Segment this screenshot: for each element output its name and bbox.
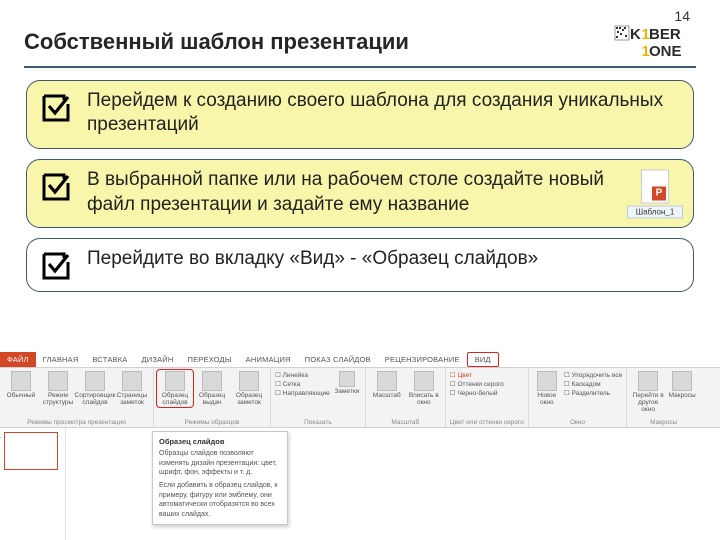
tab-slideshow[interactable]: ПОКАЗ СЛАЙДОВ bbox=[298, 352, 378, 367]
slide-master-tooltip: Образец слайдов Образцы слайдов позволяю… bbox=[152, 431, 288, 525]
window-sub[interactable]: Упорядочить все Каскадом Разделитель bbox=[564, 371, 622, 397]
btn-notes-master[interactable]: Образец заметок bbox=[232, 371, 266, 406]
btn-macros[interactable]: Макросы bbox=[668, 371, 696, 413]
step-text: В выбранной папке или на рабочем столе с… bbox=[87, 168, 679, 217]
page-title: Собственный шаблон презентации bbox=[24, 29, 614, 55]
svg-text:K: K bbox=[630, 26, 641, 43]
tooltip-text: Если добавить в образец слайдов, к приме… bbox=[159, 481, 281, 519]
group-caption: Масштаб bbox=[370, 419, 441, 426]
thumb-number: 1 bbox=[0, 433, 1, 440]
svg-text:BER: BER bbox=[649, 26, 681, 43]
btn-switch-window[interactable]: Перейти в другое окно bbox=[631, 371, 665, 413]
tab-design[interactable]: ДИЗАЙН bbox=[135, 352, 181, 367]
file-name-label: Шаблон_1 bbox=[627, 205, 683, 218]
btn-sorter[interactable]: Сортировщик слайдов bbox=[78, 371, 112, 406]
group-show: Линейка Сетка Направляющие Заметки Показ… bbox=[271, 368, 366, 427]
group-caption: Показать bbox=[275, 419, 361, 426]
step-text: Перейдите во вкладку «Вид» - «Образец сл… bbox=[87, 247, 679, 272]
tab-file[interactable]: ФАЙЛ bbox=[0, 352, 36, 367]
tab-transitions[interactable]: ПЕРЕХОДЫ bbox=[181, 352, 239, 367]
group-zoom: Масштаб Вписать в окно Масштаб bbox=[366, 368, 446, 427]
btn-notes[interactable]: Заметки bbox=[333, 371, 361, 395]
btn-handout-master[interactable]: Образец выдач bbox=[195, 371, 229, 406]
step-box-2: В выбранной папке или на рабочем столе с… bbox=[26, 159, 694, 228]
file-thumbnail: Шаблон_1 bbox=[627, 169, 683, 218]
btn-fit[interactable]: Вписать в окно bbox=[407, 371, 441, 406]
svg-text:ONE: ONE bbox=[649, 43, 682, 60]
show-checklist[interactable]: Линейка Сетка Направляющие bbox=[275, 371, 330, 397]
check-icon bbox=[41, 93, 71, 123]
color-options[interactable]: Цвет Оттенки серого Черно-белый bbox=[450, 371, 504, 397]
ribbon-groups: Обычный Режим структуры Сортировщик слай… bbox=[0, 368, 720, 428]
tooltip-text: Образцы слайдов позволяют изменять дизай… bbox=[159, 449, 281, 477]
step-box-3: Перейдите во вкладку «Вид» - «Образец сл… bbox=[26, 238, 694, 292]
btn-new-window[interactable]: Новое окно bbox=[533, 371, 561, 406]
page-number: 14 bbox=[674, 8, 690, 24]
group-color: Цвет Оттенки серого Черно-белый Цвет или… bbox=[446, 368, 529, 427]
group-caption: Цвет или оттенки серого bbox=[450, 419, 524, 426]
slide-edit-area: 1 bbox=[0, 428, 720, 540]
btn-slide-master[interactable]: Образец слайдов bbox=[158, 371, 192, 406]
group-caption: Окно bbox=[533, 419, 622, 426]
title-underline bbox=[24, 66, 696, 68]
tab-insert[interactable]: ВСТАВКА bbox=[85, 352, 134, 367]
group-window: Новое окно Упорядочить все Каскадом Разд… bbox=[529, 368, 627, 427]
step-box-1: Перейдем к созданию своего шаблона для с… bbox=[26, 80, 694, 149]
tooltip-title: Образец слайдов bbox=[159, 437, 281, 447]
check-icon bbox=[41, 172, 71, 202]
group-caption: Режимы образцов bbox=[158, 419, 266, 426]
tab-home[interactable]: ГЛАВНАЯ bbox=[36, 352, 86, 367]
content-boxes: Перейдем к созданию своего шаблона для с… bbox=[0, 80, 720, 293]
step-text: Перейдем к созданию своего шаблона для с… bbox=[87, 89, 679, 138]
slide-thumbnails-pane: 1 bbox=[0, 428, 66, 540]
btn-zoom[interactable]: Масштаб bbox=[370, 371, 404, 406]
group-caption: Режимы просмотра презентации bbox=[4, 419, 149, 426]
group-other: Перейти в другое окно Макросы Макросы bbox=[627, 368, 700, 427]
group-presentation-views: Обычный Режим структуры Сортировщик слай… bbox=[0, 368, 154, 427]
tab-animation[interactable]: АНИМАЦИЯ bbox=[239, 352, 298, 367]
ribbon-tabs: ФАЙЛ ГЛАВНАЯ ВСТАВКА ДИЗАЙН ПЕРЕХОДЫ АНИ… bbox=[0, 352, 720, 368]
check-icon bbox=[41, 251, 71, 281]
logo: K 1 BER 1 ONE bbox=[614, 24, 696, 60]
btn-outline[interactable]: Режим структуры bbox=[41, 371, 75, 406]
header: Собственный шаблон презентации K 1 BER 1… bbox=[0, 0, 720, 64]
slide-thumbnail[interactable]: 1 bbox=[4, 432, 58, 470]
powerpoint-file-icon bbox=[641, 169, 669, 203]
powerpoint-ribbon-screenshot: ФАЙЛ ГЛАВНАЯ ВСТАВКА ДИЗАЙН ПЕРЕХОДЫ АНИ… bbox=[0, 352, 720, 540]
group-caption: Макросы bbox=[631, 419, 696, 426]
btn-normal[interactable]: Обычный bbox=[4, 371, 38, 406]
tab-view[interactable]: ВИД bbox=[467, 352, 499, 367]
btn-notes-page[interactable]: Страницы заметок bbox=[115, 371, 149, 406]
group-masters: Образец слайдов Образец выдач Образец за… bbox=[154, 368, 271, 427]
tab-review[interactable]: РЕЦЕНЗИРОВАНИЕ bbox=[378, 352, 467, 367]
